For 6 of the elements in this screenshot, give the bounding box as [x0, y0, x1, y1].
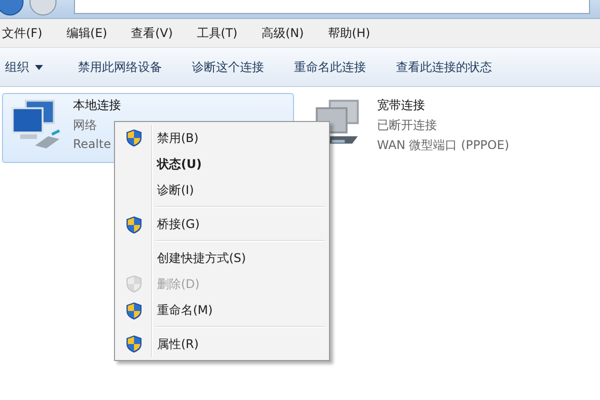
connection-name: 宽带连接 — [377, 97, 426, 114]
connection-status: 已断开连接 — [377, 117, 438, 134]
device-name: WAN 微型端口 (PPPOE) — [377, 137, 510, 154]
device-name: Realte — [73, 137, 112, 151]
connection-name: 本地连接 — [73, 97, 121, 114]
connection-status: 网络 — [73, 117, 98, 134]
